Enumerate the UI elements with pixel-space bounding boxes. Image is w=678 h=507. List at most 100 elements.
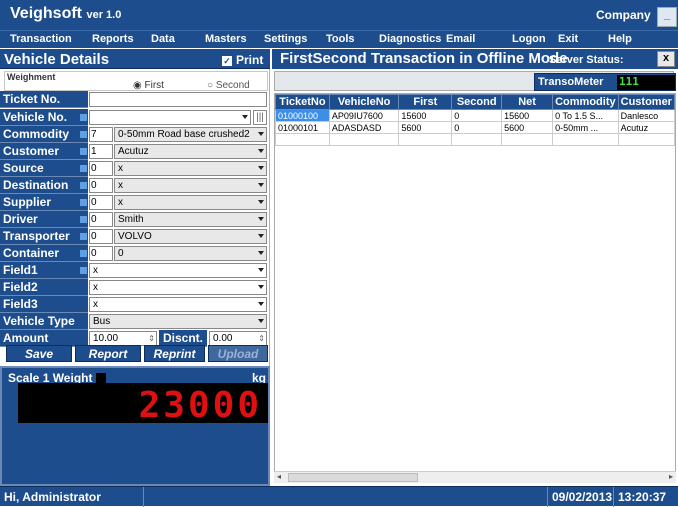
print-checkbox[interactable]: ✓ Print [222, 53, 263, 67]
chevron-down-icon[interactable] [258, 319, 264, 323]
cell-empty[interactable] [275, 133, 330, 146]
source-code[interactable]: 0 [89, 161, 113, 176]
cell-empty[interactable] [617, 133, 676, 146]
chevron-down-icon[interactable] [258, 268, 264, 272]
vehicle-type-value: Bus [93, 316, 111, 327]
transporter-code[interactable]: 0 [89, 229, 113, 244]
cell-customer[interactable]: Danlesco [617, 109, 676, 122]
table-row[interactable]: 01000101 ADASDASD 5600 0 5600 0-50mm ...… [275, 121, 676, 134]
cell-empty[interactable] [328, 133, 400, 146]
cell-net[interactable]: 15600 [501, 109, 554, 122]
menu-logon[interactable]: Logon [512, 33, 546, 45]
chevron-down-icon[interactable] [242, 115, 248, 119]
cell-second[interactable]: 0 [451, 109, 503, 122]
upload-button[interactable]: Upload [208, 345, 268, 362]
field2-combo[interactable]: x [89, 280, 267, 295]
chevron-down-icon[interactable] [258, 132, 264, 136]
chevron-down-icon[interactable] [258, 234, 264, 238]
customer-combo[interactable]: Acutuz [114, 144, 267, 159]
horizontal-scrollbar[interactable]: ◂ ▸ [274, 471, 676, 483]
driver-code[interactable]: 0 [89, 212, 113, 227]
amount-input[interactable]: 10.00 ⇕ [89, 331, 157, 346]
chevron-down-icon[interactable] [258, 302, 264, 306]
table-row[interactable] [275, 133, 676, 146]
vehicle-combo[interactable] [89, 110, 251, 125]
destination-code[interactable]: 0 [89, 178, 113, 193]
commodity-combo[interactable]: 0-50mm Road base crushed2 [114, 127, 267, 142]
col-commodity[interactable]: Commodity [552, 94, 619, 110]
field1-combo[interactable]: x [89, 263, 267, 278]
scroll-right-icon[interactable]: ▸ [669, 472, 673, 481]
scroll-thumb[interactable] [288, 473, 418, 482]
checkbox-checked-icon: ✓ [222, 56, 232, 66]
cell-vehicleno[interactable]: AP09IU7600 [328, 109, 400, 122]
menu-transaction[interactable]: Transaction [10, 33, 72, 45]
menu-data[interactable]: Data [151, 33, 175, 45]
container-label: Container [0, 245, 88, 262]
radio-first[interactable]: ◉ First [133, 80, 164, 91]
cell-commodity[interactable]: 0 To 1.5 S... [552, 109, 619, 122]
cell-second[interactable]: 0 [451, 121, 503, 134]
chevron-down-icon[interactable] [258, 285, 264, 289]
chevron-down-icon[interactable] [258, 149, 264, 153]
spinner-icon[interactable]: ⇕ [258, 332, 265, 345]
menu-reports[interactable]: Reports [92, 33, 134, 45]
source-combo[interactable]: x [114, 161, 267, 176]
driver-combo[interactable]: Smith [114, 212, 267, 227]
menu-masters[interactable]: Masters [205, 33, 247, 45]
col-net[interactable]: Net [501, 94, 554, 110]
cell-empty[interactable] [451, 133, 503, 146]
customer-code[interactable]: 1 [89, 144, 113, 159]
cell-empty[interactable] [398, 133, 453, 146]
transporter-combo[interactable]: VOLVO [114, 229, 267, 244]
radio-second[interactable]: ○ Second [207, 80, 250, 91]
table-row[interactable]: 01000100 AP09IU7600 15600 0 15600 0 To 1… [275, 109, 676, 122]
menu-exit[interactable]: Exit [558, 33, 578, 45]
cell-ticketno[interactable]: 01000100 [275, 109, 330, 122]
field3-combo[interactable]: x [89, 297, 267, 312]
cell-empty[interactable] [552, 133, 619, 146]
reprint-button[interactable]: Reprint [144, 345, 205, 362]
close-panel-button[interactable]: x [657, 51, 675, 67]
col-ticketno[interactable]: TicketNo [275, 94, 330, 110]
vehicle-type-combo[interactable]: Bus [89, 314, 267, 329]
cell-first[interactable]: 5600 [398, 121, 453, 134]
col-second[interactable]: Second [451, 94, 503, 110]
report-button[interactable]: Report [75, 345, 141, 362]
minimize-button[interactable]: _ [657, 7, 677, 27]
spinner-icon[interactable]: ⇕ [148, 332, 155, 345]
cell-net[interactable]: 5600 [501, 121, 554, 134]
chevron-down-icon[interactable] [258, 217, 264, 221]
save-button[interactable]: Save [6, 345, 72, 362]
supplier-row: Supplier 0 x [0, 194, 270, 211]
chevron-down-icon[interactable] [258, 183, 264, 187]
menu-help[interactable]: Help [608, 33, 632, 45]
cell-commodity[interactable]: 0-50mm ... [552, 121, 619, 134]
field-marker-icon [80, 216, 87, 223]
ticket-input[interactable] [89, 92, 267, 107]
discount-input[interactable]: 0.00 ⇕ [209, 331, 267, 346]
chevron-down-icon[interactable] [258, 166, 264, 170]
scroll-left-icon[interactable]: ◂ [277, 472, 281, 481]
menu-email[interactable]: Email [446, 33, 475, 45]
menu-diagnostics[interactable]: Diagnostics [379, 33, 441, 45]
container-code[interactable]: 0 [89, 246, 113, 261]
chevron-down-icon[interactable] [258, 251, 264, 255]
col-vehicleno[interactable]: VehicleNo [328, 94, 400, 110]
supplier-combo[interactable]: x [114, 195, 267, 210]
col-customer[interactable]: Customer [617, 94, 676, 110]
commodity-code[interactable]: 7 [89, 127, 113, 142]
menu-tools[interactable]: Tools [326, 33, 355, 45]
cell-customer[interactable]: Acutuz [617, 121, 676, 134]
destination-combo[interactable]: x [114, 178, 267, 193]
supplier-code[interactable]: 0 [89, 195, 113, 210]
cell-first[interactable]: 15600 [398, 109, 453, 122]
cell-empty[interactable] [501, 133, 554, 146]
grid-icon[interactable]: ||| [253, 110, 267, 125]
cell-vehicleno[interactable]: ADASDASD [328, 121, 400, 134]
cell-ticketno[interactable]: 01000101 [275, 121, 330, 134]
menu-settings[interactable]: Settings [264, 33, 307, 45]
chevron-down-icon[interactable] [258, 200, 264, 204]
col-first[interactable]: First [398, 94, 453, 110]
container-combo[interactable]: 0 [114, 246, 267, 261]
